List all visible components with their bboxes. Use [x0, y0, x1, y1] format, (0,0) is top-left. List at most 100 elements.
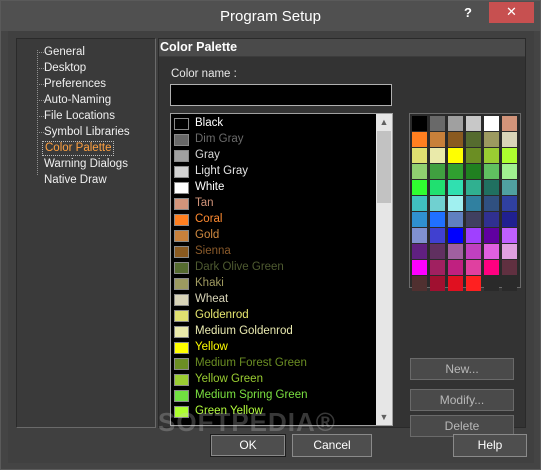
palette-cell[interactable]	[484, 260, 499, 275]
palette-cell[interactable]	[430, 196, 445, 211]
list-item[interactable]: Khaki	[173, 276, 373, 292]
palette-cell[interactable]	[484, 164, 499, 179]
palette-cell[interactable]	[412, 132, 427, 147]
list-item[interactable]: Tan	[173, 196, 373, 212]
palette-cell[interactable]	[412, 180, 427, 195]
list-item[interactable]: Goldenrod	[173, 308, 373, 324]
palette-cell[interactable]	[448, 212, 463, 227]
palette-cell[interactable]	[448, 164, 463, 179]
color-name-input[interactable]	[170, 84, 392, 106]
tree-item[interactable]: Color Palette	[42, 141, 115, 156]
palette-cell[interactable]	[466, 196, 481, 211]
palette-cell[interactable]	[502, 228, 517, 243]
list-item[interactable]: Gold	[173, 228, 373, 244]
palette-cell[interactable]	[502, 148, 517, 163]
new-color-button[interactable]: New...	[410, 358, 514, 380]
palette-cell[interactable]	[502, 116, 517, 131]
palette-cell[interactable]	[430, 244, 445, 259]
palette-cell[interactable]	[466, 180, 481, 195]
tree-item[interactable]: Symbol Libraries	[42, 125, 132, 140]
color-list[interactable]: Black Dim Gray Gray Light Gray White Tan Coral…	[170, 113, 393, 426]
palette-cell[interactable]	[502, 276, 517, 291]
list-item[interactable]: Black	[173, 116, 373, 132]
palette-cell[interactable]	[466, 244, 481, 259]
palette-cell[interactable]	[466, 148, 481, 163]
palette-cell[interactable]	[484, 116, 499, 131]
palette-cell[interactable]	[484, 132, 499, 147]
palette-cell[interactable]	[502, 196, 517, 211]
palette-cell[interactable]	[430, 180, 445, 195]
palette-cell[interactable]	[466, 116, 481, 131]
list-item[interactable]: Light Gray	[173, 164, 373, 180]
scroll-down-button[interactable]: ▼	[376, 409, 392, 425]
palette-cell[interactable]	[412, 260, 427, 275]
palette-cell[interactable]	[412, 244, 427, 259]
palette-cell[interactable]	[430, 276, 445, 291]
palette-cell[interactable]	[412, 116, 427, 131]
list-item[interactable]: Yellow	[173, 340, 373, 356]
list-item[interactable]: White	[173, 180, 373, 196]
tree-item[interactable]: General	[42, 45, 87, 60]
palette-cell[interactable]	[484, 276, 499, 291]
palette-cell[interactable]	[448, 260, 463, 275]
tree-item[interactable]: Preferences	[42, 77, 108, 92]
palette-cell[interactable]	[430, 228, 445, 243]
palette-cell[interactable]	[484, 244, 499, 259]
list-item[interactable]: Medium Forest Green	[173, 356, 373, 372]
list-item[interactable]: Coral	[173, 212, 373, 228]
list-item[interactable]: Gray	[173, 148, 373, 164]
color-list-scrollbar[interactable]: ▲ ▼	[376, 114, 392, 425]
palette-cell[interactable]	[412, 212, 427, 227]
title-bar[interactable]: Program Setup ? ✕	[1, 1, 540, 31]
palette-cell[interactable]	[448, 180, 463, 195]
palette-cell[interactable]	[502, 132, 517, 147]
palette-cell[interactable]	[430, 132, 445, 147]
palette-cell[interactable]	[448, 116, 463, 131]
palette-cell[interactable]	[484, 196, 499, 211]
palette-cell[interactable]	[448, 244, 463, 259]
palette-cell[interactable]	[484, 180, 499, 195]
palette-cell[interactable]	[448, 132, 463, 147]
tree-item[interactable]: Auto-Naming	[42, 93, 113, 108]
help-title-button[interactable]: ?	[457, 5, 479, 23]
scroll-thumb[interactable]	[377, 131, 391, 203]
palette-cell[interactable]	[484, 212, 499, 227]
list-item[interactable]: Dim Gray	[173, 132, 373, 148]
modify-color-button[interactable]: Modify...	[410, 389, 514, 411]
palette-cell[interactable]	[448, 148, 463, 163]
palette-cell[interactable]	[430, 148, 445, 163]
palette-cell[interactable]	[484, 228, 499, 243]
palette-cell[interactable]	[466, 228, 481, 243]
palette-cell[interactable]	[412, 164, 427, 179]
palette-cell[interactable]	[466, 212, 481, 227]
help-button[interactable]: Help	[453, 434, 527, 457]
close-button[interactable]: ✕	[489, 2, 534, 23]
palette-cell[interactable]	[466, 132, 481, 147]
list-item[interactable]: Medium Spring Green	[173, 388, 373, 404]
tree-item[interactable]: Warning Dialogs	[42, 157, 130, 172]
tree-item[interactable]: Desktop	[42, 61, 88, 76]
palette-cell[interactable]	[502, 244, 517, 259]
palette-cell[interactable]	[484, 148, 499, 163]
palette-cell[interactable]	[502, 180, 517, 195]
palette-cell[interactable]	[412, 148, 427, 163]
palette-cell[interactable]	[448, 196, 463, 211]
list-item[interactable]: Wheat	[173, 292, 373, 308]
palette-cell[interactable]	[502, 212, 517, 227]
palette-cell[interactable]	[430, 260, 445, 275]
palette-cell[interactable]	[412, 228, 427, 243]
palette-cell[interactable]	[448, 228, 463, 243]
palette-cell[interactable]	[448, 276, 463, 291]
palette-cell[interactable]	[466, 164, 481, 179]
tree-item[interactable]: Native Draw	[42, 173, 109, 188]
palette-cell[interactable]	[502, 164, 517, 179]
scroll-up-button[interactable]: ▲	[376, 114, 392, 130]
palette-cell[interactable]	[412, 196, 427, 211]
palette-cell[interactable]	[430, 212, 445, 227]
list-item[interactable]: Dark Olive Green	[173, 260, 373, 276]
palette-cell[interactable]	[412, 276, 427, 291]
list-item[interactable]: Yellow Green	[173, 372, 373, 388]
palette-cell[interactable]	[430, 116, 445, 131]
list-item[interactable]: Medium Goldenrod	[173, 324, 373, 340]
palette-cell[interactable]	[502, 260, 517, 275]
